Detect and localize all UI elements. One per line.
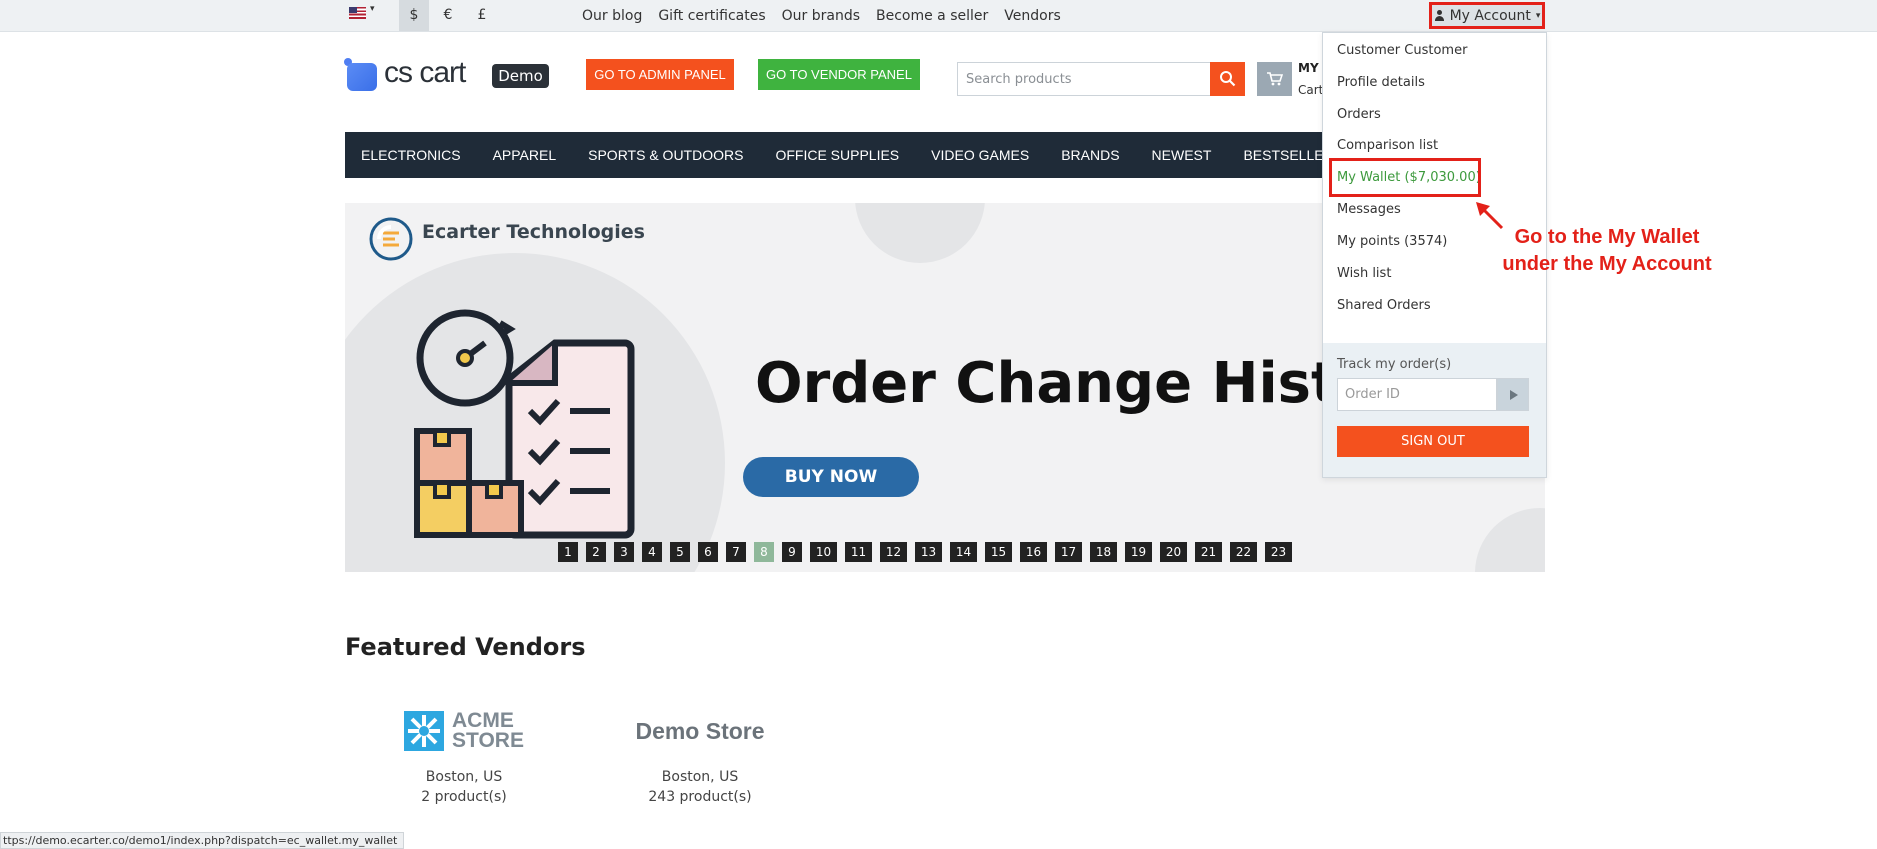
cart-icon [1267,72,1283,86]
pagination-page-7[interactable]: 7 [726,542,746,562]
vendor-product-count[interactable]: 243 product(s) [600,789,800,805]
nav-apparel[interactable]: APPAREL [493,147,557,163]
nav-office-supplies[interactable]: OFFICE SUPPLIES [775,147,899,163]
ecarter-logo-icon [369,217,413,261]
track-order-label: Track my order(s) [1337,357,1452,372]
my-account-label: My Account [1449,7,1531,24]
banner-decor-circle [855,203,985,263]
menu-profile-details[interactable]: Profile details [1337,75,1425,90]
currency-usd[interactable]: $ [399,0,429,31]
cart-title[interactable]: MY [1298,61,1319,75]
pagination-page-11[interactable]: 11 [845,542,872,562]
link-gift-certificates[interactable]: Gift certificates [658,8,765,24]
top-bar: ▾ $ € £ Our blog Gift certificates Our b… [0,0,1877,32]
pagination-page-5[interactable]: 5 [670,542,690,562]
pagination-page-9[interactable]: 9 [782,542,802,562]
link-our-brands[interactable]: Our brands [782,8,860,24]
admin-panel-button[interactable]: GO TO ADMIN PANEL [586,59,734,90]
currency-gbp[interactable]: £ [467,0,497,31]
menu-shared-orders[interactable]: Shared Orders [1337,298,1431,313]
cart-button[interactable] [1257,62,1292,96]
pagination-page-12[interactable]: 12 [880,542,907,562]
vendor-panel-button[interactable]: GO TO VENDOR PANEL [758,59,920,90]
pagination-page-16[interactable]: 16 [1020,542,1047,562]
top-links: Our blog Gift certificates Our brands Be… [582,0,1061,31]
us-flag-icon[interactable] [349,7,366,19]
annotation-line1: Go to the My Wallet [1514,226,1700,248]
buy-now-button[interactable]: BUY NOW [743,457,919,497]
nav-brands[interactable]: BRANDS [1061,147,1119,163]
wallet-highlight-box [1329,158,1481,197]
track-order-submit-button[interactable] [1497,378,1529,411]
pagination-page-18[interactable]: 18 [1090,542,1117,562]
banner-pagination: 1 2 3 4 5 6 7 8 9 10 11 12 13 14 15 16 17 18 19 20 21 22 23 [558,542,1292,562]
pagination-page-3[interactable]: 3 [614,542,634,562]
nav-sports-outdoors[interactable]: SPORTS & OUTDOORS [588,147,743,163]
menu-orders[interactable]: Orders [1337,107,1381,122]
acme-store-logo[interactable]: ACME STORE [364,707,564,755]
annotation-text: Go to the My Wallet under the My Account [1487,224,1727,278]
pagination-page-4[interactable]: 4 [642,542,662,562]
order-id-input[interactable] [1337,378,1497,411]
pagination-page-13[interactable]: 13 [915,542,942,562]
vendor-product-count[interactable]: 2 product(s) [364,789,564,805]
acme-snowflake-icon [404,711,445,751]
pagination-page-15[interactable]: 15 [985,542,1012,562]
search-icon [1220,71,1236,87]
pagination-page-6[interactable]: 6 [698,542,718,562]
language-caret-icon[interactable]: ▾ [370,4,375,14]
vendor-city: Boston, US [661,769,739,785]
menu-customer-name[interactable]: Customer Customer [1337,43,1467,58]
menu-comparison-list[interactable]: Comparison list [1337,138,1438,153]
nav-newest[interactable]: NEWEST [1152,147,1212,163]
featured-vendors-title: Featured Vendors [345,633,586,661]
menu-my-points[interactable]: My points (3574) [1337,234,1447,249]
search-button[interactable] [1210,62,1245,96]
acme-logo-line1: ACME [452,709,514,732]
search-input[interactable] [957,62,1211,96]
sign-out-button[interactable]: SIGN OUT [1337,426,1529,457]
pagination-page-2[interactable]: 2 [586,542,606,562]
menu-wish-list[interactable]: Wish list [1337,266,1391,281]
pagination-page-23[interactable]: 23 [1265,542,1292,562]
pagination-page-10[interactable]: 10 [810,542,837,562]
pagination-page-1[interactable]: 1 [558,542,578,562]
pagination-page-8[interactable]: 8 [754,542,774,562]
pagination-page-20[interactable]: 20 [1160,542,1187,562]
chevron-down-icon: ▾ [1535,10,1541,21]
nav-video-games[interactable]: VIDEO GAMES [931,147,1029,163]
user-icon [1434,9,1445,22]
link-our-blog[interactable]: Our blog [582,8,642,24]
logo-text[interactable]: cs cart [384,56,466,90]
vendor-card-demo-store[interactable]: Demo Store Boston, US 243 product(s) [600,707,800,805]
pagination-page-17[interactable]: 17 [1055,542,1082,562]
cs-cart-logo-icon[interactable] [347,63,377,91]
order-history-illustration-icon [414,309,635,539]
my-account-button[interactable]: My Account ▾ [1429,2,1545,29]
cart-subtitle[interactable]: Cart [1298,83,1323,97]
track-order-section: Track my order(s) SIGN OUT [1323,343,1546,477]
banner-decor-circle [1475,508,1545,572]
link-become-seller[interactable]: Become a seller [876,8,988,24]
nav-electronics[interactable]: ELECTRONICS [361,147,461,163]
demo-badge: Demo [492,64,549,88]
annotation-line2: under the My Account [1502,253,1712,275]
menu-messages[interactable]: Messages [1337,202,1401,217]
pagination-page-22[interactable]: 22 [1230,542,1257,562]
banner-brand: Ecarter Technologies [422,221,645,243]
demo-store-logo[interactable]: Demo Store [600,707,800,755]
vendor-city: Boston, US [425,769,503,785]
pagination-page-14[interactable]: 14 [950,542,977,562]
vendor-card-acme[interactable]: ACME STORE Boston, US 2 product(s) [364,707,564,805]
browser-status-url: ttps://demo.ecarter.co/demo1/index.php?d… [0,832,405,849]
acme-logo-line2: STORE [452,729,524,752]
link-vendors[interactable]: Vendors [1004,8,1060,24]
pagination-page-21[interactable]: 21 [1195,542,1222,562]
pagination-page-19[interactable]: 19 [1125,542,1152,562]
currency-eur[interactable]: € [433,0,463,31]
